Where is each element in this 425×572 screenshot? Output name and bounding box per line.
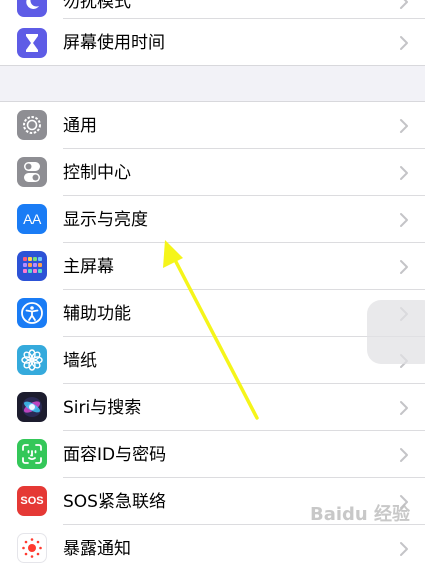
watermark: Baidu 经验 (310, 504, 411, 525)
annotation-arrow (163, 240, 259, 420)
